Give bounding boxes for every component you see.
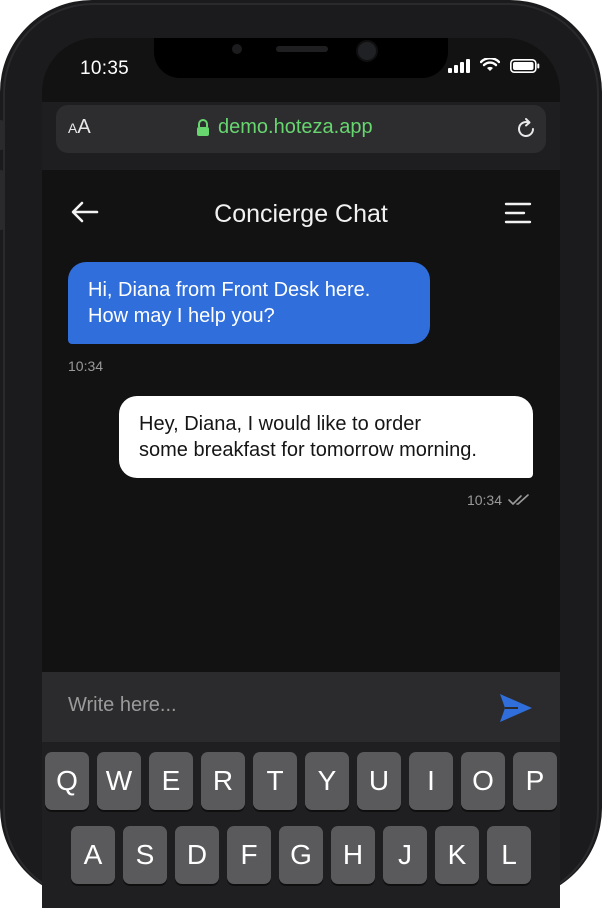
message-input[interactable]: Write here... [68, 694, 177, 717]
speaker-icon [276, 46, 328, 52]
key[interactable]: K [435, 826, 479, 884]
phone-mute-switch [0, 120, 4, 150]
text-size-large-label: A [77, 116, 91, 138]
send-icon[interactable] [498, 692, 534, 724]
keyboard-row-1: Q W E R T Y U I O P [42, 752, 560, 810]
message-line: Hi, Diana from Front Desk here. [88, 279, 371, 301]
wifi-icon [480, 58, 500, 71]
key[interactable]: T [253, 752, 297, 810]
key[interactable]: A [71, 826, 115, 884]
message-bubble-incoming: Hi, Diana from Front Desk here. How may … [68, 262, 430, 344]
lock-icon [197, 118, 209, 136]
message-timestamp: 10:34 [466, 492, 502, 508]
text-size-small-label: A [68, 120, 78, 136]
key[interactable]: D [175, 826, 219, 884]
url-text: demo.hoteza.app [218, 116, 373, 138]
keyboard-row-2: A S D F G H J K L [42, 826, 560, 884]
key[interactable]: L [487, 826, 531, 884]
message-line: How may I help you? [88, 305, 275, 327]
menu-icon[interactable] [504, 202, 532, 224]
double-check-icon [508, 494, 529, 505]
camera-icon [356, 40, 378, 62]
chat-header: Concierge Chat [42, 170, 560, 252]
key[interactable]: F [227, 826, 271, 884]
key[interactable]: J [383, 826, 427, 884]
battery-icon [510, 58, 540, 73]
status-time: 10:35 [80, 58, 130, 79]
url-display[interactable]: demo.hoteza.app [196, 116, 373, 139]
key[interactable]: O [461, 752, 505, 810]
address-bar[interactable]: AA demo.hoteza.app [56, 105, 546, 153]
status-icons [448, 58, 540, 73]
key[interactable]: E [149, 752, 193, 810]
composer-bar: Write here... [42, 672, 560, 742]
page-title: Concierge Chat [214, 200, 388, 228]
key[interactable]: I [409, 752, 453, 810]
message-timestamp: 10:34 [68, 358, 104, 374]
phone-frame: 10:35 AA demo.hoteza.app Concierge Chat … [0, 0, 602, 908]
browser-bar: AA demo.hoteza.app [42, 102, 560, 170]
key[interactable]: U [357, 752, 401, 810]
sensor-icon [232, 44, 242, 54]
key[interactable]: W [97, 752, 141, 810]
phone-screen: 10:35 AA demo.hoteza.app Concierge Chat … [42, 38, 560, 908]
key[interactable]: P [513, 752, 557, 810]
key[interactable]: Q [45, 752, 89, 810]
message-bubble-outgoing: Hey, Diana, I would like to order some b… [119, 396, 533, 478]
key[interactable]: R [201, 752, 245, 810]
notch [154, 38, 448, 78]
reload-icon[interactable] [514, 117, 538, 141]
key[interactable]: S [123, 826, 167, 884]
keyboard: Q W E R T Y U I O P A S D F G H J K L [42, 742, 560, 908]
message-line: some breakfast for tomorrow morning. [139, 439, 477, 461]
key[interactable]: Y [305, 752, 349, 810]
phone-volume-up [0, 170, 4, 230]
key[interactable]: G [279, 826, 323, 884]
text-size-button[interactable]: AA [68, 116, 91, 139]
signal-icon [448, 58, 470, 73]
message-meta: 10:34 [467, 492, 530, 508]
key[interactable]: H [331, 826, 375, 884]
message-line: Hey, Diana, I would like to order [139, 413, 421, 435]
